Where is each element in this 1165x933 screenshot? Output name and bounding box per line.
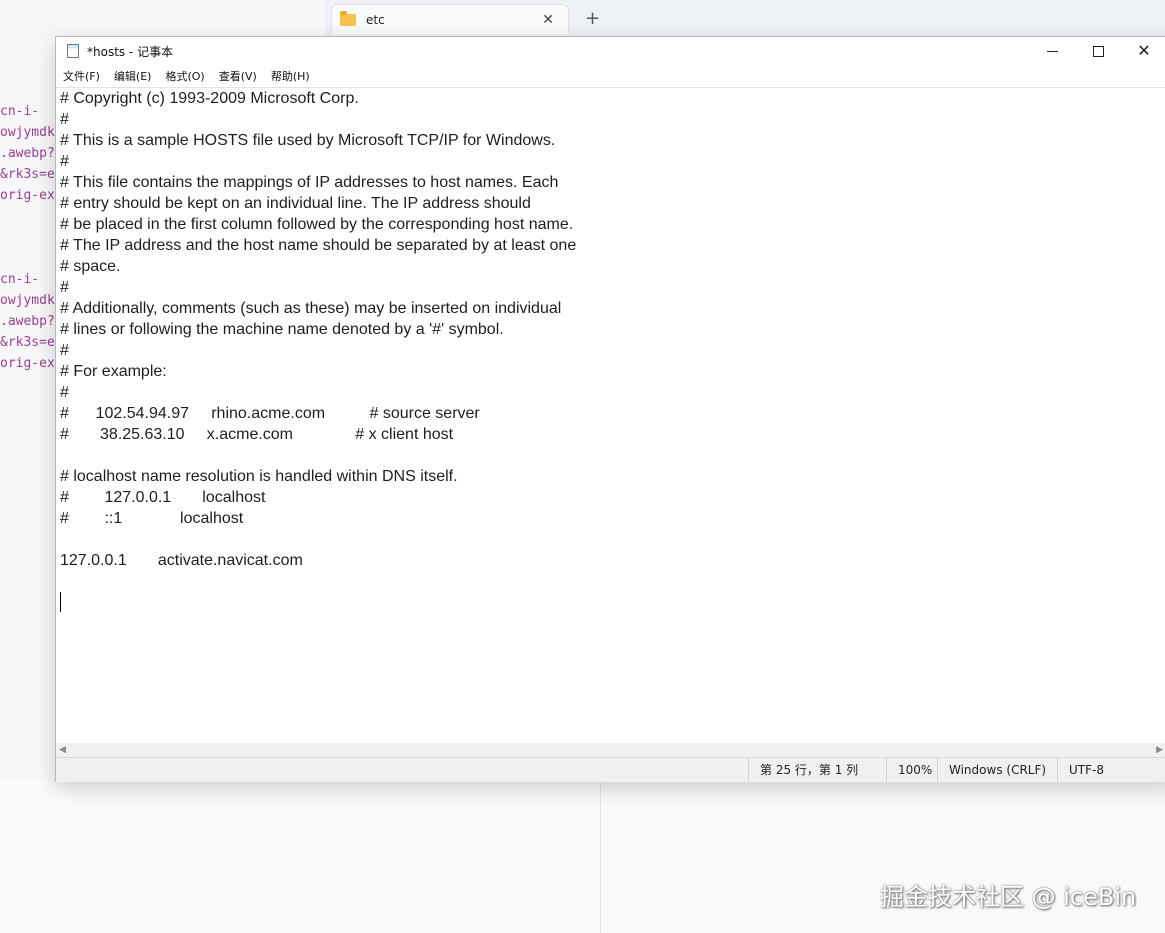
text-line: # [60, 111, 69, 128]
text-line: # localhost name resolution is handled w… [60, 468, 458, 485]
text-caret [60, 592, 61, 612]
menu-help[interactable]: 帮助(H) [271, 68, 310, 84]
text-line: # ::1 localhost [60, 510, 244, 527]
text-line [60, 571, 576, 592]
text-editor-area[interactable]: # Copyright (c) 1993-2009 Microsoft Corp… [56, 87, 1165, 744]
background-code-block: cn-i-owjymdk6 .awebp? &rk3s=e9 orig-exp [0, 101, 63, 206]
text-line: # space. [60, 258, 121, 275]
status-zoom: 100% [886, 758, 937, 782]
text-line: # 127.0.0.1 localhost [60, 489, 266, 506]
window-controls: ✕ [1029, 37, 1165, 65]
close-icon[interactable]: ✕ [542, 12, 554, 28]
status-encoding: UTF-8 [1057, 758, 1165, 782]
menu-edit[interactable]: 编辑(E) [114, 68, 152, 84]
background-code-line: cn-i- [0, 272, 40, 287]
text-line: # Copyright (c) 1993-2009 Microsoft Corp… [60, 90, 359, 107]
background-code-line: .awebp? [0, 146, 55, 161]
text-line: 127.0.0.1 activate.navicat.com [60, 552, 303, 569]
explorer-tab-etc[interactable]: etc ✕ [331, 4, 569, 34]
text-line: # For example: [60, 363, 167, 380]
maximize-button[interactable] [1075, 37, 1121, 65]
notepad-window: *hosts - 记事本 ✕ 文件(F) 编辑(E) 格式(O) 查看(V) 帮… [55, 36, 1165, 782]
menu-bar: 文件(F) 编辑(E) 格式(O) 查看(V) 帮助(H) [56, 65, 1165, 87]
text-line: # 38.25.63.10 x.acme.com # x client host [60, 426, 454, 443]
text-line: # [60, 279, 69, 296]
horizontal-scrollbar[interactable]: ◀ ▶ [56, 743, 1165, 757]
background-code-line: owjymdk6 [0, 293, 63, 308]
status-line-ending: Windows (CRLF) [937, 758, 1057, 782]
scroll-left-icon[interactable]: ◀ [59, 745, 66, 755]
background-panel [0, 780, 600, 933]
new-tab-icon[interactable]: + [585, 8, 600, 29]
document-text[interactable]: # Copyright (c) 1993-2009 Microsoft Corp… [60, 88, 576, 613]
folder-icon [340, 10, 356, 26]
status-bar: 第 25 行，第 1 列 100% Windows (CRLF) UTF-8 [56, 757, 1165, 782]
scroll-right-icon[interactable]: ▶ [1156, 745, 1163, 755]
text-line [60, 445, 576, 466]
text-line [60, 529, 576, 550]
background-code-block: cn-i-owjymdk6 .awebp? &rk3s=e9 orig-exp [0, 269, 63, 374]
close-button[interactable]: ✕ [1121, 37, 1165, 65]
menu-format[interactable]: 格式(O) [165, 68, 204, 84]
minimize-icon [1046, 50, 1058, 52]
notepad-icon [67, 44, 79, 58]
explorer-tab-label: etc [366, 12, 385, 27]
text-line [60, 592, 576, 613]
text-line: # [60, 342, 69, 359]
background-code-line: orig-exp [0, 356, 63, 371]
text-line: # Additionally, comments (such as these)… [60, 300, 562, 317]
text-line: # [60, 153, 69, 170]
text-line: # The IP address and the host name shoul… [60, 237, 577, 254]
watermark: 掘金技术社区 @ iceBin [880, 883, 1137, 911]
close-icon: ✕ [1137, 41, 1151, 60]
text-line: # [60, 384, 69, 401]
menu-view[interactable]: 查看(V) [219, 68, 257, 84]
background-code-line: .awebp? [0, 314, 55, 329]
window-title: *hosts - 记事本 [87, 44, 174, 59]
background-code-line: owjymdk6 [0, 125, 63, 140]
text-line: # be placed in the first column followed… [60, 216, 574, 233]
minimize-button[interactable] [1029, 37, 1075, 65]
text-line: # entry should be kept on an individual … [60, 195, 531, 212]
text-line: # lines or following the machine name de… [60, 321, 504, 338]
text-line: # This file contains the mappings of IP … [60, 174, 559, 191]
background-code-line: &rk3s=e9 [0, 167, 63, 182]
menu-file[interactable]: 文件(F) [63, 68, 100, 84]
maximize-icon [1092, 45, 1104, 57]
text-line: # 102.54.94.97 rhino.acme.com # source s… [60, 405, 480, 422]
background-code-line: &rk3s=e9 [0, 335, 63, 350]
status-cursor-position: 第 25 行，第 1 列 [748, 758, 886, 782]
background-code-line: cn-i- [0, 104, 40, 119]
background-code-line: orig-exp [0, 188, 63, 203]
title-bar[interactable]: *hosts - 记事本 ✕ [56, 37, 1165, 65]
text-line: # This is a sample HOSTS file used by Mi… [60, 132, 556, 149]
